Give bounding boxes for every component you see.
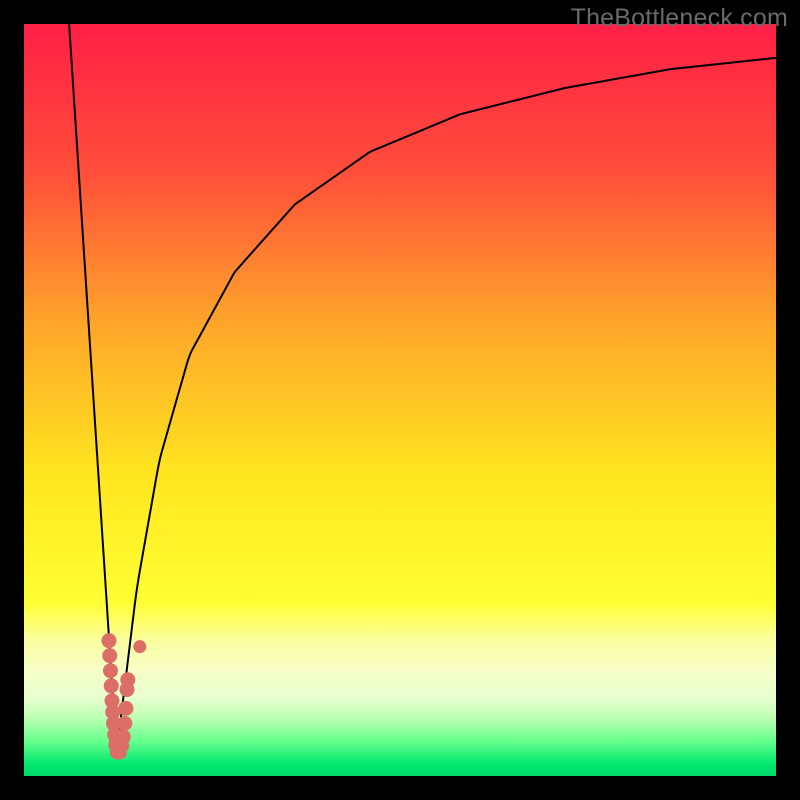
data-point: [117, 716, 132, 731]
chart-frame: [24, 24, 776, 776]
watermark-text: TheBottleneck.com: [571, 4, 788, 33]
data-point: [104, 678, 119, 693]
chart-plot: [24, 24, 776, 776]
data-point: [101, 633, 116, 648]
data-point: [103, 663, 118, 678]
data-point: [118, 701, 133, 716]
data-point: [133, 640, 146, 653]
data-point: [116, 729, 131, 744]
data-point: [120, 672, 135, 687]
gradient-background: [24, 24, 776, 776]
data-point: [102, 648, 117, 663]
